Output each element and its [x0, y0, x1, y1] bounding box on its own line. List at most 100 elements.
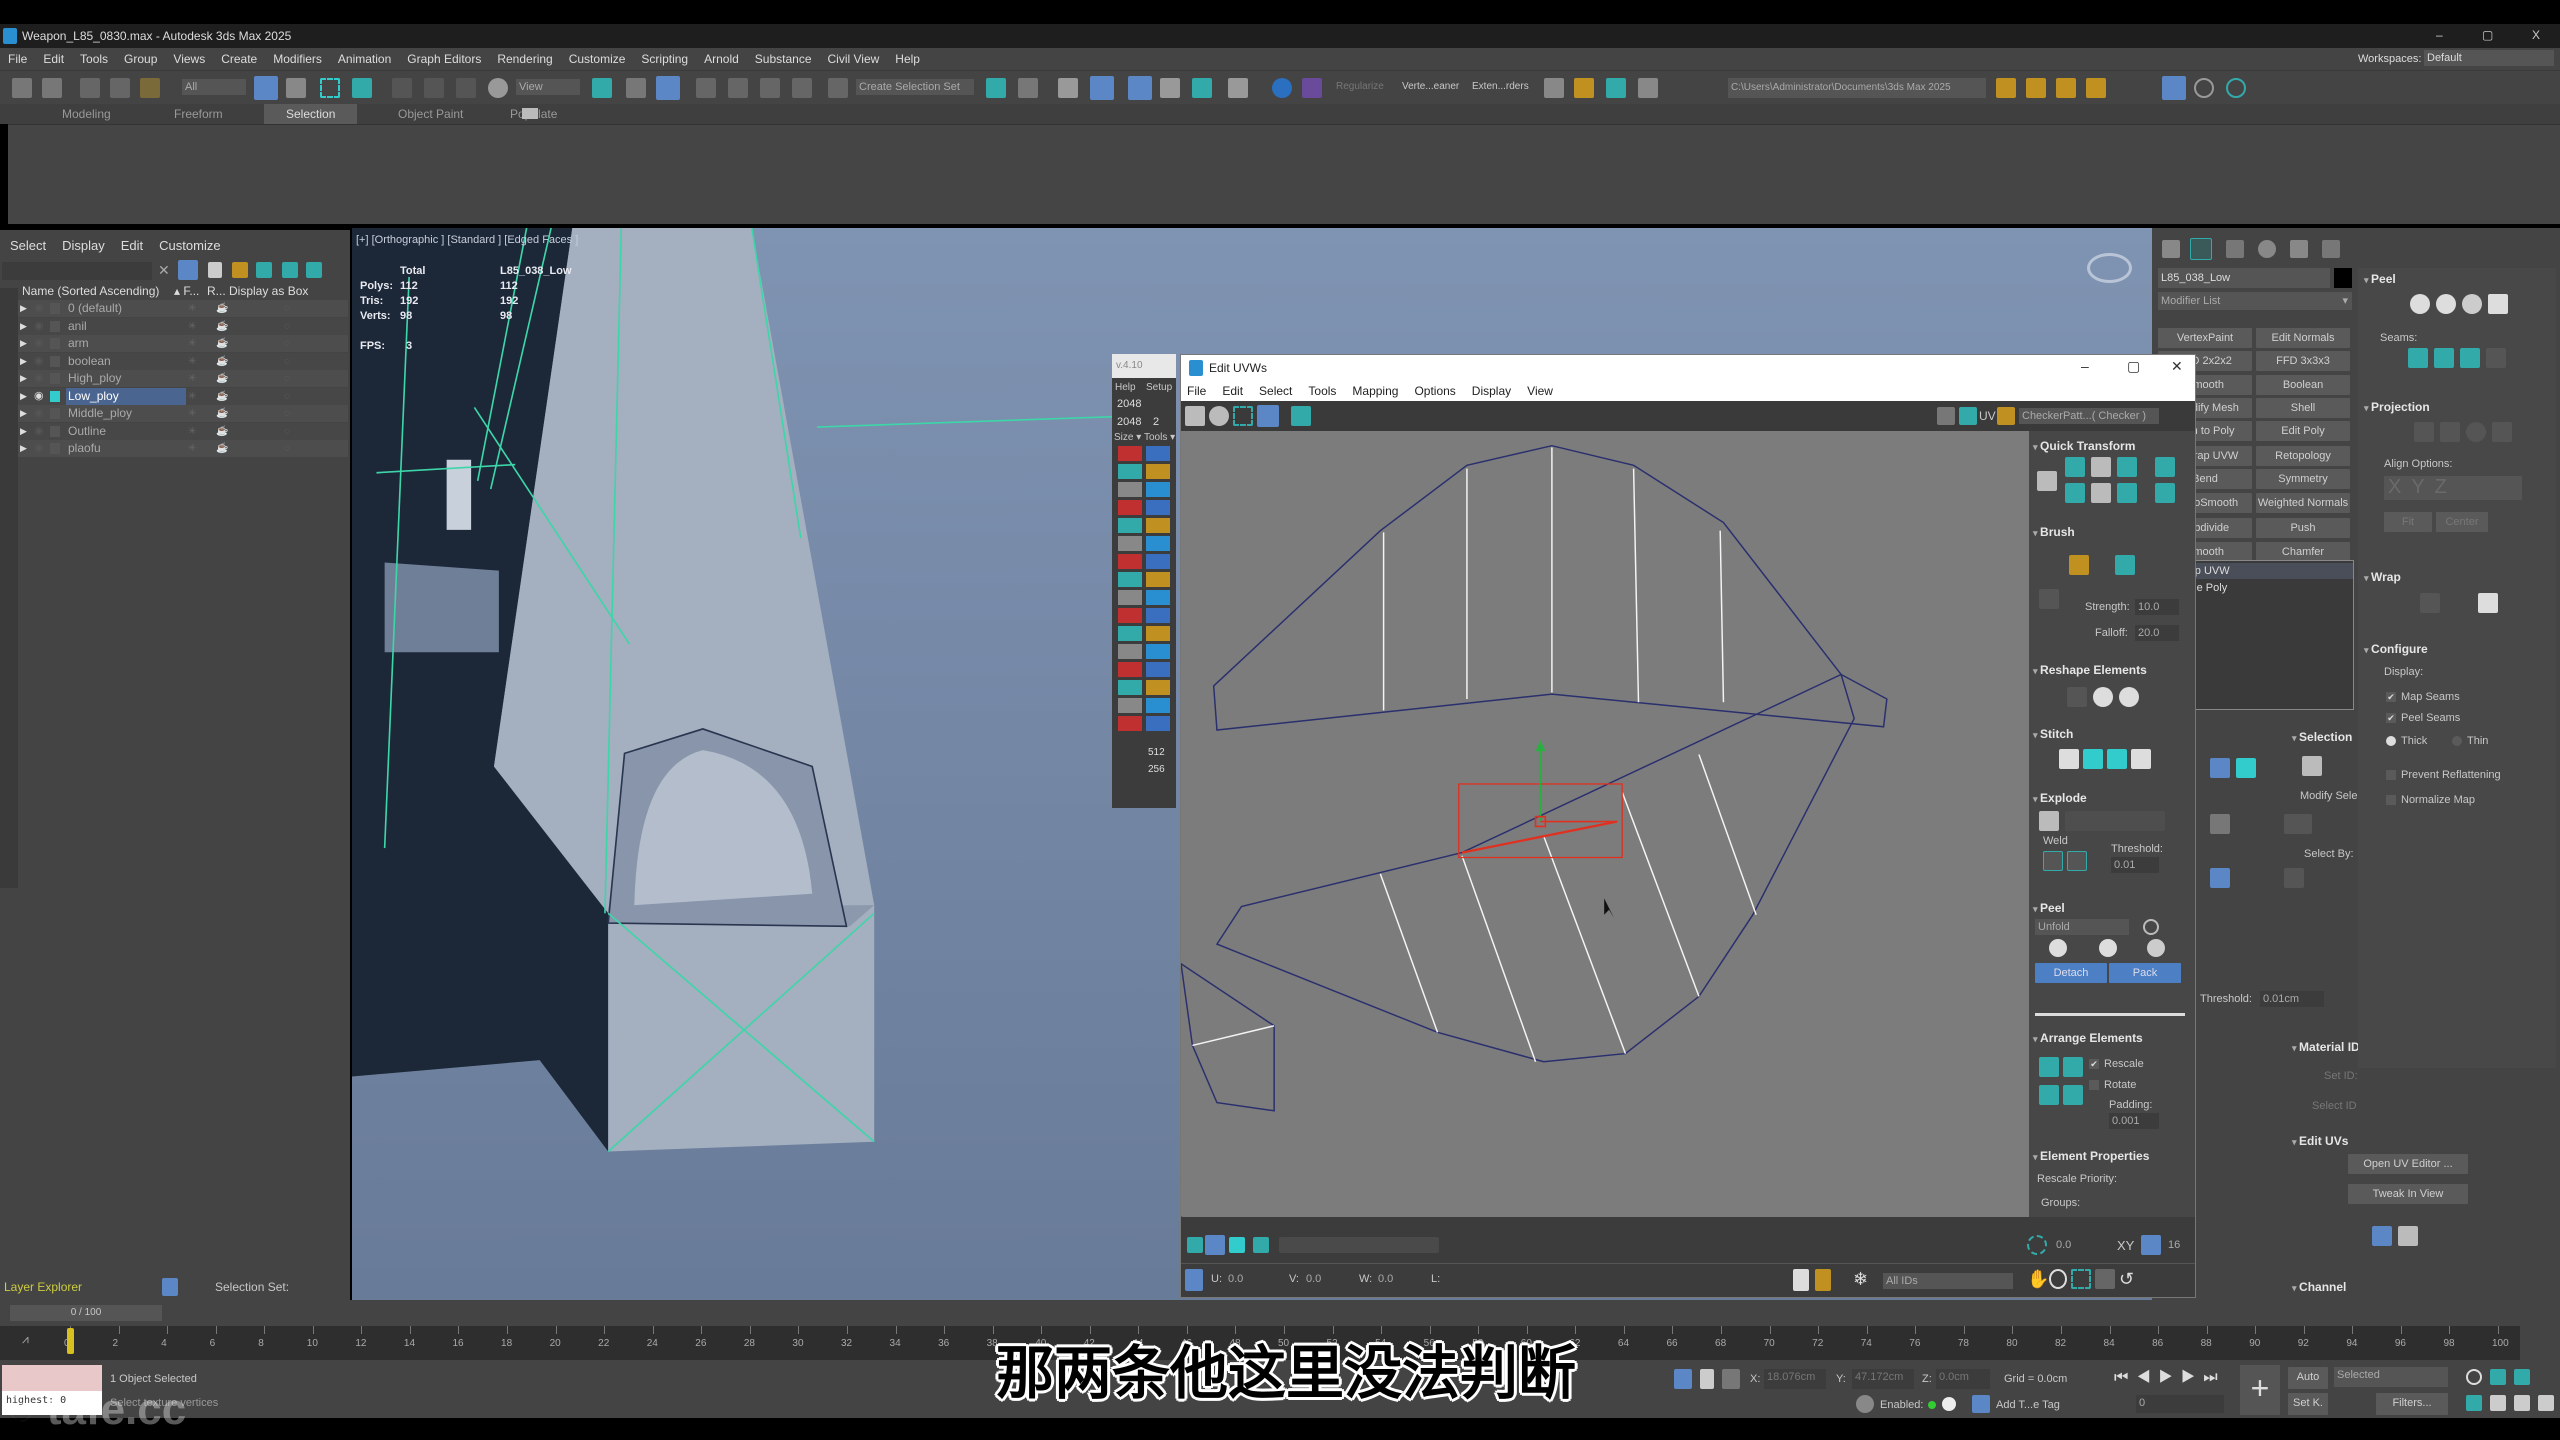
display-box-icon[interactable]: ◌: [284, 388, 290, 405]
straighten-selection-icon[interactable]: [2067, 687, 2087, 707]
link-icon[interactable]: [80, 78, 100, 98]
size-menu[interactable]: Size ▾: [1114, 432, 1141, 443]
modifier-button[interactable]: Edit Normals: [2256, 328, 2350, 348]
tools-menu[interactable]: Tools ▾: [1144, 432, 1175, 443]
lock-icon[interactable]: [208, 262, 222, 278]
scene-search-input[interactable]: [2, 262, 152, 280]
count-input[interactable]: 2: [1150, 414, 1172, 430]
mirror-icon[interactable]: [986, 78, 1006, 98]
uvw-menu-display[interactable]: Display: [1472, 384, 1511, 398]
uv-display-icon[interactable]: [2372, 1226, 2392, 1246]
plugin-tool-icon[interactable]: [1146, 698, 1170, 713]
render-icon[interactable]: [1606, 78, 1626, 98]
stitch-source-icon[interactable]: [2083, 749, 2103, 769]
menu-views[interactable]: Views: [173, 52, 205, 66]
planar-map-icon[interactable]: [2414, 422, 2434, 442]
detach-button[interactable]: Detach: [2035, 963, 2107, 983]
select-manipulate-icon[interactable]: [626, 78, 646, 98]
v-input[interactable]: 0.0: [1303, 1271, 1345, 1287]
freeze-icon[interactable]: ❄: [1853, 1269, 1873, 1289]
menu-customize[interactable]: Customize: [569, 52, 626, 66]
utilities-tab-icon[interactable]: [2322, 240, 2340, 258]
freeze-icon[interactable]: ✳: [188, 423, 196, 440]
plugin-tool-icon[interactable]: [1118, 590, 1142, 605]
plugin-tool-icon[interactable]: [1146, 662, 1170, 677]
renderable-icon[interactable]: ☕: [216, 353, 228, 370]
peel-mode-icon[interactable]: [2436, 294, 2456, 314]
cylindrical-map-icon[interactable]: [2440, 422, 2460, 442]
peel-seams-checkbox[interactable]: ✔ Peel Seams: [2386, 712, 2460, 724]
display-box-icon[interactable]: ◌: [284, 300, 290, 317]
open-folder-icon[interactable]: [2026, 78, 2046, 98]
plugin-tool-icon[interactable]: [1118, 464, 1142, 479]
close-button[interactable]: X: [2532, 28, 2540, 42]
element-properties-rollout[interactable]: Element Properties: [2033, 1149, 2149, 1163]
quick-peel-icon[interactable]: [2410, 294, 2430, 314]
weld-threshold-input[interactable]: 0.01: [2111, 857, 2159, 873]
select-id-button[interactable]: Select ID: [2312, 1100, 2357, 1112]
menu-scripting[interactable]: Scripting: [641, 52, 688, 66]
visibility-icon[interactable]: ◉: [34, 370, 44, 387]
material-id-dropdown[interactable]: All IDs: [1883, 1273, 2013, 1289]
ribbon-tab-object-paint[interactable]: Object Paint: [376, 104, 485, 124]
freeze-icon[interactable]: ✳: [188, 335, 196, 352]
col-frozen[interactable]: ▴ F...: [174, 284, 199, 298]
stitch-rollout[interactable]: Stitch: [2033, 727, 2073, 741]
menu-substance[interactable]: Substance: [755, 52, 812, 66]
ribbon-icon[interactable]: [1128, 76, 1152, 100]
element-mode-icon[interactable]: [1253, 1237, 1269, 1253]
pelt-map-icon[interactable]: [2488, 294, 2508, 314]
workspaces-dropdown[interactable]: Default: [2424, 50, 2554, 66]
rotate-icon[interactable]: [424, 78, 444, 98]
menu-animation[interactable]: Animation: [338, 52, 391, 66]
align-vertical-icon[interactable]: [2091, 457, 2111, 477]
visibility-icon[interactable]: ◉: [34, 353, 44, 370]
uv-canvas[interactable]: [1181, 431, 2029, 1217]
point-to-point-seam-icon[interactable]: [2434, 348, 2454, 368]
normalize-map-checkbox[interactable]: Normalize Map: [2386, 794, 2475, 806]
menu-arnold[interactable]: Arnold: [704, 52, 739, 66]
layer-name[interactable]: Outline: [66, 423, 186, 440]
align-xyz-buttons[interactable]: XYZ: [2384, 476, 2522, 500]
layer-name[interactable]: 0 (default): [66, 300, 186, 317]
plugin-tool-icon[interactable]: [1146, 680, 1170, 695]
plugin-tool-icon[interactable]: [1146, 464, 1170, 479]
explorer-menu-edit[interactable]: Edit: [121, 238, 143, 253]
enabled-toggle[interactable]: [1942, 1397, 1956, 1411]
restore-button[interactable]: ▢: [2482, 28, 2493, 42]
z-coordinate[interactable]: 0.0cm: [1936, 1369, 1990, 1389]
window-crossing-icon[interactable]: [352, 78, 372, 98]
rotate-ccw-icon[interactable]: [2117, 457, 2137, 477]
lock-selection-icon[interactable]: [1793, 1269, 1809, 1291]
break-icon[interactable]: [2039, 811, 2059, 831]
layer-row[interactable]: ▶ ◉ anil ✳ ☕ ◌: [18, 317, 348, 335]
menu-tools[interactable]: Tools: [80, 52, 108, 66]
expand-icon[interactable]: ▶: [20, 423, 27, 440]
explorer-menu-customize[interactable]: Customize: [159, 238, 220, 253]
project-structure-icon[interactable]: [2056, 78, 2076, 98]
uv-label[interactable]: UV: [1979, 409, 1996, 423]
y-coordinate[interactable]: 47.172cm: [1852, 1369, 1914, 1389]
plugin-tool-icon[interactable]: [1118, 608, 1142, 623]
modifier-button[interactable]: Weighted Normals: [2256, 493, 2350, 513]
falloff-input[interactable]: 20.0: [2135, 625, 2179, 641]
element-mode-icon[interactable]: [2302, 756, 2322, 776]
uvw-menu-options[interactable]: Options: [1414, 384, 1455, 398]
col-render[interactable]: R...: [207, 284, 226, 298]
filter-icon[interactable]: [178, 260, 198, 280]
peel-mode-icon[interactable]: [2099, 939, 2117, 957]
box-map-icon[interactable]: [2492, 422, 2512, 442]
layer-explorer-label[interactable]: Layer Explorer: [4, 1280, 82, 1294]
plugin-tool-icon[interactable]: [1146, 554, 1170, 569]
visibility-icon[interactable]: ◉: [34, 440, 44, 457]
uvw-close-button[interactable]: ✕: [2171, 358, 2183, 375]
layer-row[interactable]: ▶ ◉ Middle_ploy ✳ ☕ ◌: [18, 405, 348, 422]
freeze-icon[interactable]: ✳: [188, 370, 196, 387]
uvw-maximize-button[interactable]: ▢: [2127, 358, 2140, 375]
select-by-name-icon[interactable]: [286, 78, 306, 98]
snap-3d-icon[interactable]: [696, 78, 716, 98]
hierarchy-icon[interactable]: [282, 262, 298, 278]
extenders-button[interactable]: Exten...rders: [1472, 81, 1529, 92]
freeze-icon[interactable]: ✳: [188, 405, 196, 422]
uvw-menu-select[interactable]: Select: [1259, 384, 1292, 398]
